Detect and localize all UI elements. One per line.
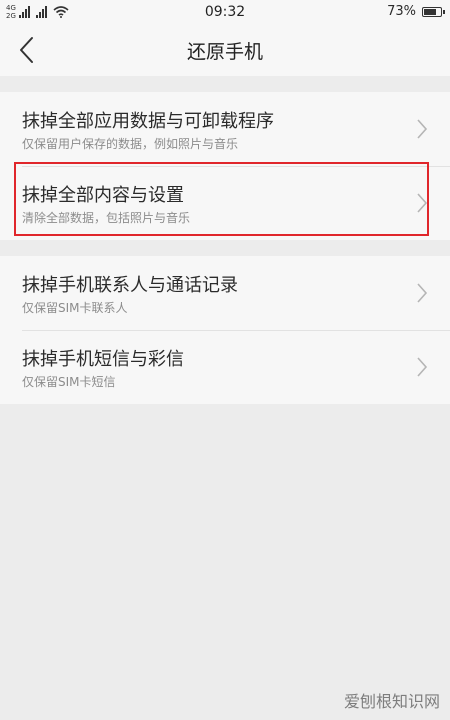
item-title: 抹掉手机短信与彩信 [22,349,184,370]
item-title: 抹掉全部内容与设置 [22,185,184,206]
item-subtitle: 仅保留SIM卡短信 [22,375,116,389]
chevron-right-icon [417,357,428,377]
settings-group-2: 抹掉手机联系人与通话记录 仅保留SIM卡联系人 抹掉手机短信与彩信 仅保留SIM… [0,256,450,404]
watermark: 爱刨根知识网 [343,692,440,711]
list-item-erase-sms-mms[interactable]: 抹掉手机短信与彩信 仅保留SIM卡短信 [0,330,450,404]
chevron-right-icon [417,119,428,139]
item-subtitle: 清除全部数据，包括照片与音乐 [22,211,191,225]
list-item-erase-all-content[interactable]: 抹掉全部内容与设置 清除全部数据，包括照片与音乐 [0,166,450,240]
battery-icon [422,6,445,17]
chevron-right-icon [417,283,428,303]
page-title: 还原手机 [186,41,263,63]
clock: 09:32 [204,4,246,20]
status-bar: 4G 2G 09:32 73% [0,0,450,24]
item-title: 抹掉全部应用数据与可卸载程序 [22,111,274,132]
item-subtitle: 仅保留用户保存的数据，例如照片与音乐 [22,137,239,151]
list-item-erase-app-data[interactable]: 抹掉全部应用数据与可卸载程序 仅保留用户保存的数据，例如照片与音乐 [0,92,450,166]
settings-group-1: 抹掉全部应用数据与可卸载程序 仅保留用户保存的数据，例如照片与音乐 抹掉全部内容… [0,92,450,240]
chevron-right-icon [417,193,428,213]
item-title: 抹掉手机联系人与通话记录 [22,275,238,296]
list-item-erase-contacts-calls[interactable]: 抹掉手机联系人与通话记录 仅保留SIM卡联系人 [0,256,450,330]
battery-percent: 73% [387,4,416,19]
battery-status: 73% [387,4,445,19]
item-subtitle: 仅保留SIM卡联系人 [22,301,128,315]
nav-bar: 还原手机 [0,24,450,76]
